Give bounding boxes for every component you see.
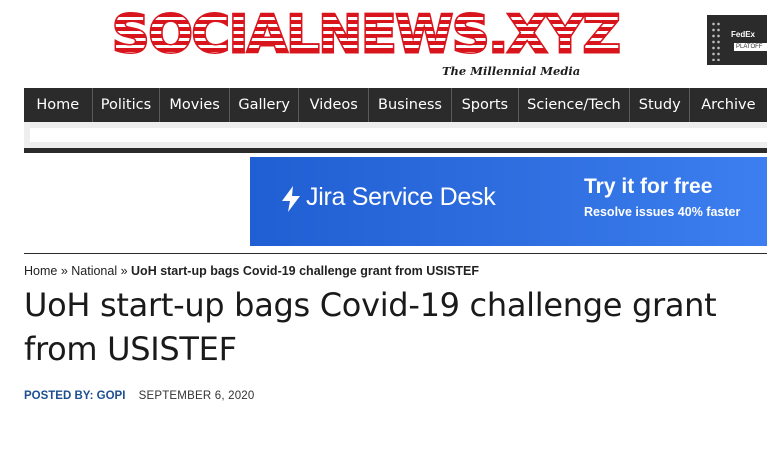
header-side-ad[interactable]: FedEx PLATOFF [707, 15, 767, 65]
main-nav: Home Politics Movies Gallery Videos Busi… [24, 88, 767, 122]
ad-subtext: Resolve issues 40% faster [584, 205, 741, 219]
nav-item-videos[interactable]: Videos [299, 88, 370, 122]
nav-item-archive[interactable]: Archive [690, 88, 767, 122]
nav-item-study[interactable]: Study [630, 88, 691, 122]
logo-text-fill: SOCIALNEWS.XYZ [112, 5, 621, 65]
breadcrumb-home-link[interactable]: Home [24, 264, 57, 278]
author-link[interactable]: POSTED BY: GOPI [24, 390, 125, 402]
nav-item-gallery[interactable]: Gallery [230, 88, 300, 122]
nav-item-sports[interactable]: Sports [452, 88, 519, 122]
lightning-bolt-icon [282, 186, 300, 212]
breadcrumb: Home » National » UoH start-up bags Covi… [24, 264, 479, 278]
nav-item-politics[interactable]: Politics [93, 88, 161, 122]
side-ad-subtext: PLATOFF [734, 43, 767, 51]
breadcrumb-separator: » [117, 264, 132, 278]
jira-ad-banner[interactable]: Jira Service Desk Try it for free Resolv… [250, 157, 767, 246]
logo-tagline: The Millennial Media [442, 64, 581, 78]
nav-item-movies[interactable]: Movies [160, 88, 230, 122]
dots-decoration [711, 21, 721, 61]
breadcrumb-separator: » [57, 264, 72, 278]
side-ad-text: FedEx [731, 30, 756, 39]
secondary-bar-inner [30, 128, 767, 142]
nav-item-business[interactable]: Business [369, 88, 452, 122]
content-divider [24, 253, 767, 254]
breadcrumb-current: UoH start-up bags Covid-19 challenge gra… [131, 264, 479, 278]
article-meta: POSTED BY: GOPI SEPTEMBER 6, 2020 [24, 390, 255, 402]
article-title: UoH start-up bags Covid-19 challenge gra… [24, 286, 717, 368]
publish-date: SEPTEMBER 6, 2020 [138, 390, 255, 402]
ad-cta-text[interactable]: Try it for free [584, 175, 712, 199]
ad-brand-name: Jira Service Desk [306, 183, 496, 211]
header-divider [24, 148, 767, 153]
nav-item-home[interactable]: Home [24, 88, 93, 122]
nav-item-science-tech[interactable]: Science/Tech [519, 88, 631, 122]
site-logo[interactable]: SOCIALNEWS.XYZ SOCIALNEWS.XYZ The Millen… [111, 4, 623, 80]
breadcrumb-section-link[interactable]: National [71, 264, 117, 278]
secondary-bar [24, 122, 767, 148]
